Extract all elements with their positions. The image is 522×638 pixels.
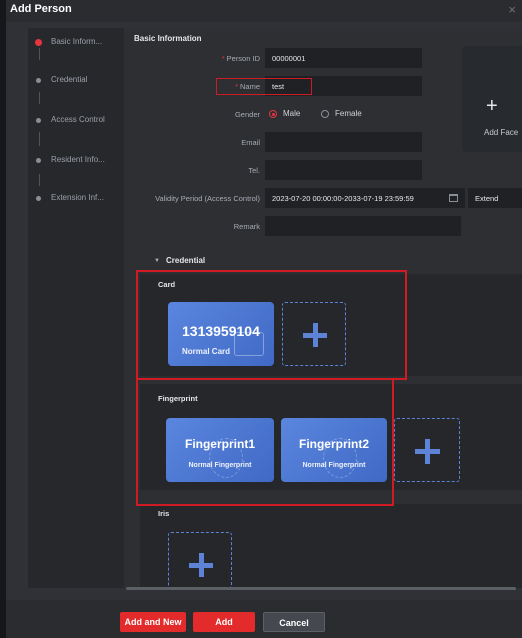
annotation-highlight	[136, 270, 407, 380]
dot-icon	[36, 78, 41, 83]
nav-item-extension-info[interactable]: Extension Inf...	[28, 192, 124, 208]
basic-information-heading: Basic Information	[134, 34, 202, 43]
close-icon[interactable]: ×	[508, 2, 516, 17]
extend-select[interactable]: Extend	[468, 188, 522, 208]
nav-connector	[39, 132, 40, 146]
add-button[interactable]: Add	[193, 612, 255, 632]
plus-icon: +	[486, 95, 498, 117]
annotation-highlight	[216, 78, 312, 95]
dialog-titlebar: Add Person ×	[6, 0, 522, 22]
nav-item-label: Basic Inform...	[51, 37, 103, 46]
annotation-highlight	[136, 378, 394, 506]
plus-icon	[425, 439, 430, 464]
validity-period-label: Validity Period (Access Control)	[155, 194, 260, 203]
calendar-icon[interactable]	[449, 194, 458, 202]
dot-icon	[36, 118, 41, 123]
form-content: Basic Information * Person ID 00000001 * N…	[124, 28, 522, 588]
dot-icon	[36, 196, 41, 201]
add-iris-button[interactable]	[168, 532, 232, 588]
add-fingerprint-button[interactable]	[394, 418, 460, 482]
nav-item-label: Credential	[51, 75, 88, 84]
email-field[interactable]	[265, 132, 422, 152]
add-face-label: Add Face	[484, 128, 519, 137]
iris-heading: Iris	[158, 509, 170, 518]
nav-item-label: Access Control	[51, 115, 105, 124]
remark-label: Remark	[233, 222, 260, 231]
tel-field[interactable]	[265, 160, 422, 180]
collapse-caret-icon[interactable]: ▼	[154, 258, 160, 264]
add-person-dialog: Add Person × Basic Inform... Credential …	[6, 0, 522, 638]
tel-label: Tel.	[248, 166, 260, 175]
gender-male-label: Male	[283, 109, 301, 118]
nav-item-access-control[interactable]: Access Control	[28, 114, 124, 130]
dialog-title: Add Person	[10, 3, 72, 15]
email-label: Email	[241, 138, 260, 147]
dialog-footer: Add and New Add Cancel	[6, 600, 522, 638]
horizontal-scrollbar[interactable]	[126, 587, 516, 590]
nav-item-basic-information[interactable]: Basic Inform...	[28, 36, 124, 52]
gender-label: Gender	[234, 110, 260, 119]
person-id-field[interactable]: 00000001	[265, 48, 422, 68]
section-nav: Basic Inform... Credential Access Contro…	[28, 28, 124, 588]
credential-heading: Credential	[166, 256, 206, 265]
active-dot-icon	[35, 39, 42, 46]
person-id-label: * Person ID	[221, 54, 260, 63]
add-and-new-button[interactable]: Add and New	[120, 612, 186, 632]
nav-connector	[39, 92, 40, 104]
remark-field[interactable]	[265, 216, 461, 236]
nav-item-resident-info[interactable]: Resident Info...	[28, 154, 124, 170]
nav-item-label: Resident Info...	[51, 155, 105, 164]
nav-item-credential[interactable]: Credential	[28, 74, 124, 90]
plus-icon	[199, 553, 204, 577]
add-face-button[interactable]: + Add Face	[462, 46, 522, 152]
dot-icon	[36, 158, 41, 163]
gender-female-radio[interactable]	[321, 110, 329, 118]
gender-female-label: Female	[335, 109, 362, 118]
validity-period-field[interactable]: 2023-07-20 00:00:00-2033-07-19 23:59:59	[265, 188, 465, 208]
nav-connector	[39, 174, 40, 186]
cancel-button[interactable]: Cancel	[263, 612, 325, 632]
gender-male-radio[interactable]	[269, 110, 277, 118]
nav-item-label: Extension Inf...	[51, 193, 104, 202]
iris-panel: Iris	[140, 504, 522, 588]
